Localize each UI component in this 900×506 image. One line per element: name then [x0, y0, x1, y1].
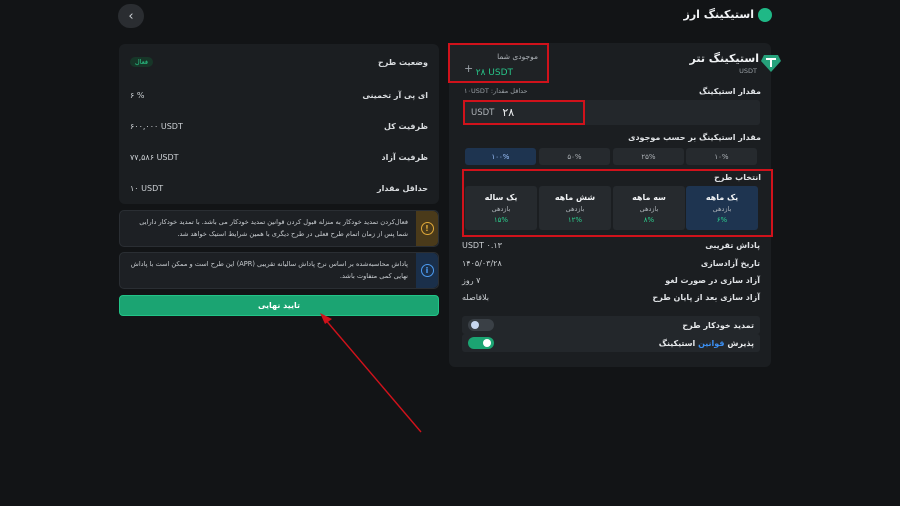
plan-3-month[interactable]: سه ماهه بازدهی ۸% [613, 186, 685, 230]
plan-label: انتخاب طرح [714, 173, 761, 182]
coin-symbol: USDT [739, 67, 757, 75]
plan-type: بازدهی [712, 204, 732, 213]
summary-apr: ای پی آر تخمینی ۶ % [130, 90, 428, 100]
add-balance-icon[interactable]: + [464, 62, 473, 75]
terms-link[interactable]: قوانین [698, 339, 724, 348]
staking-icon [758, 8, 772, 22]
amount-value: ۲۸ [502, 106, 515, 119]
accept-terms-label: پذیرش قوانین استیکینگ [658, 338, 754, 348]
detail-reward: پاداش تقریبی ۰.۱۳ USDT [462, 240, 760, 250]
confirm-button[interactable]: تایید نهایی [119, 295, 439, 316]
plan-rate: ۱۵% [493, 215, 509, 224]
notice-text: پاداش محاسبه‌شده بر اساس نرخ پاداش سالیا… [130, 260, 408, 280]
plan-type: بازدهی [565, 204, 585, 213]
summary-status: وضعیت طرح فعال [130, 53, 428, 71]
info-icon: i [420, 264, 434, 277]
plan-6-month[interactable]: شش ماهه بازدهی ۱۲% [539, 186, 611, 230]
notice-text: فعال‌کردن تمدید خودکار به منزله قبول کرد… [139, 218, 408, 238]
warning-icon: ! [420, 222, 434, 235]
detail-end-release: آزاد سازی بعد از پایان طرح بلافاصله [462, 292, 760, 302]
plan-1-month[interactable]: یک ماهه بازدهی ۶% [686, 186, 758, 230]
plan-type: بازدهی [491, 204, 511, 213]
balance-label: موجودی شما [497, 52, 538, 61]
plan-type: بازدهی [639, 204, 659, 213]
coin-name: استیکینگ تتر [689, 52, 759, 65]
percent-25-button[interactable]: ۲۵% [613, 148, 684, 165]
summary-min-amount: حداقل مقدار ۱۰ USDT [130, 183, 428, 193]
accept-terms-toggle[interactable] [468, 337, 494, 349]
percent-10-button[interactable]: ۱۰% [686, 148, 757, 165]
auto-renew-row: تمدید خودکار طرح [462, 316, 760, 334]
auto-renew-toggle[interactable] [468, 319, 494, 331]
chevron-left-icon: ‹ [128, 8, 134, 24]
summary-total-capacity: ظرفیت کل ۶۰۰,۰۰۰ USDT [130, 121, 428, 131]
tether-icon [761, 55, 781, 72]
summary-free-capacity: ظرفیت آزاد ۷۷,۵۸۶ USDT [130, 152, 428, 162]
plan-name: سه ماهه [632, 192, 666, 202]
detail-cancel-release: آزاد سازی در صورت لغو ۷ روز [462, 275, 760, 285]
plan-name: شش ماهه [554, 192, 596, 202]
detail-release-date: تاریخ آزادسازی ۱۴۰۵/۰۳/۲۸ [462, 258, 760, 268]
min-amount-hint: حداقل مقدار: ۱۰USDT [464, 87, 528, 95]
amount-unit: USDT [471, 107, 495, 118]
plan-rate: ۸% [643, 215, 655, 224]
amount-input[interactable]: USDT ۲۸ [463, 100, 585, 125]
amount-label: مقدار استیکینگ [699, 87, 761, 96]
percent-label: مقدار استیکینگ بر حسب موجودی [628, 133, 761, 142]
balance-box: موجودی شما ۲۸ USDT + [448, 43, 549, 83]
plan-name: یک ساله [484, 192, 518, 202]
back-button[interactable]: ‹ [118, 4, 144, 28]
plan-name: یک ماهه [705, 192, 739, 202]
accept-terms-row: پذیرش قوانین استیکینگ [462, 334, 760, 352]
plan-rate: ۱۲% [567, 215, 583, 224]
auto-renew-notice: ! فعال‌کردن تمدید خودکار به منزله قبول ک… [119, 210, 439, 247]
percent-50-button[interactable]: ۵۰% [539, 148, 610, 165]
reward-notice: i پاداش محاسبه‌شده بر اساس نرخ پاداش سال… [119, 252, 439, 289]
percent-100-button[interactable]: ۱۰۰% [465, 148, 536, 165]
plan-rate: ۶% [716, 215, 728, 224]
plan-1-year[interactable]: یک ساله بازدهی ۱۵% [465, 186, 537, 230]
status-badge: فعال [130, 57, 153, 67]
page-title: استیکینگ ارز [683, 8, 754, 21]
auto-renew-label: تمدید خودکار طرح [682, 320, 754, 330]
balance-value: ۲۸ USDT [475, 68, 513, 78]
